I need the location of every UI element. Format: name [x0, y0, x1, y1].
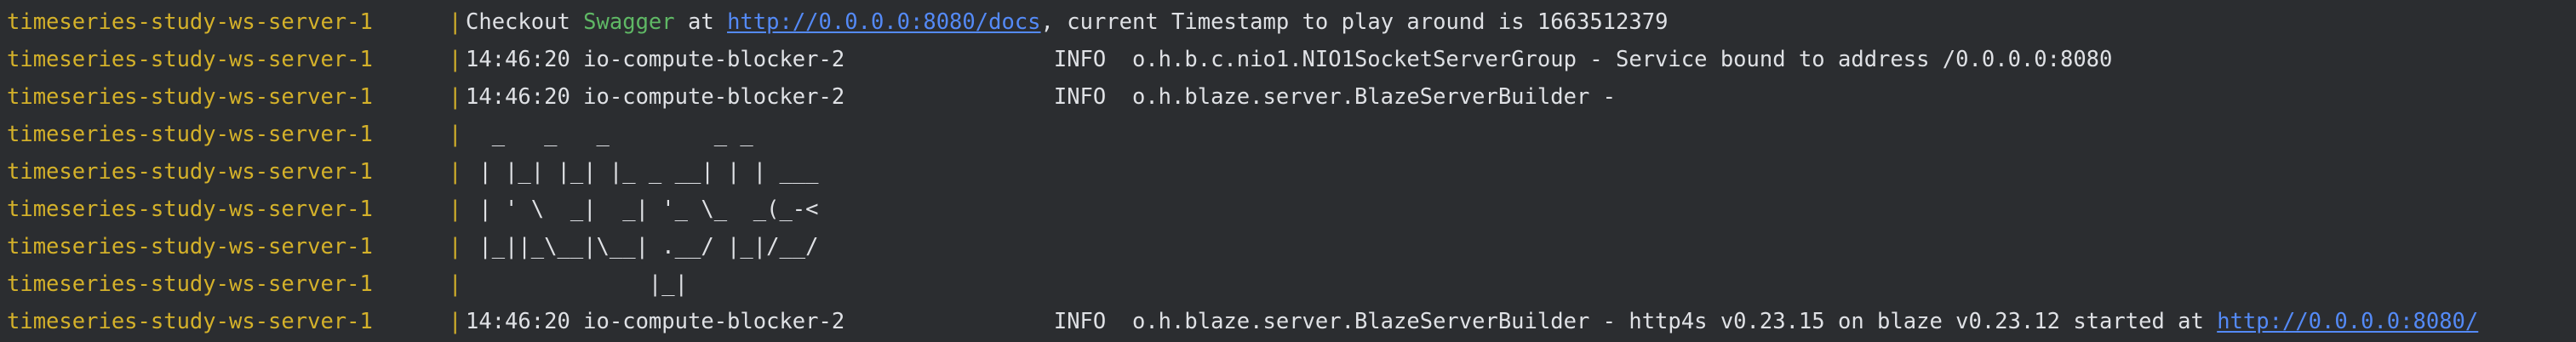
log-line: timeseries-study-ws-server-1 | Checkout Sw…	[0, 3, 2576, 41]
prefix-separator: |	[449, 234, 462, 259]
log-message: |_||_\__|\__| .__/ |_|/__/	[466, 228, 2576, 265]
docker-compose-log-console: timeseries-study-ws-server-1 | Checkout Sw…	[0, 0, 2576, 342]
log-line: timeseries-study-ws-server-1 | 14:46:20 io…	[0, 78, 2576, 116]
container-name-prefix: timeseries-study-ws-server-1	[7, 309, 373, 334]
container-name-prefix: timeseries-study-ws-server-1	[7, 159, 373, 185]
log-message: 14:46:20 io-compute-blocker-2 INFO o.h.b…	[466, 303, 2576, 340]
log-message: Checkout Swagger at http://0.0.0.0:8080/…	[466, 3, 2576, 41]
log-message: _ _ _ _ _	[466, 116, 2576, 153]
container-name-prefix: timeseries-study-ws-server-1	[7, 271, 373, 297]
log-line: timeseries-study-ws-server-1 | |_|	[0, 265, 2576, 303]
log-line: timeseries-study-ws-server-1 | | |_| |_| …	[0, 153, 2576, 191]
prefix-separator: |	[449, 9, 462, 35]
log-line: timeseries-study-ws-server-1 | 14:46:20 io…	[0, 303, 2576, 340]
log-text: 14:46:20 io-compute-blocker-2 INFO o.h.b…	[466, 309, 2218, 334]
log-message: 14:46:20 io-compute-blocker-2 INFO o.h.b…	[466, 41, 2576, 78]
log-text: | ' \ _| _| '_ \_ _(_-<	[466, 197, 819, 222]
container-name-prefix: timeseries-study-ws-server-1	[7, 84, 373, 110]
container-name-prefix: timeseries-study-ws-server-1	[7, 47, 373, 72]
prefix-separator: |	[449, 197, 462, 222]
url-link[interactable]: http://0.0.0.0:8080/docs	[727, 9, 1040, 35]
prefix-separator: |	[449, 47, 462, 72]
log-text: 14:46:20 io-compute-blocker-2 INFO o.h.b…	[466, 84, 1617, 110]
log-message: |_|	[466, 265, 2576, 303]
container-name-prefix: timeseries-study-ws-server-1	[7, 122, 373, 147]
prefix-separator: |	[449, 122, 462, 147]
prefix-separator: |	[449, 159, 462, 185]
log-line: timeseries-study-ws-server-1 | |_||_\__|\…	[0, 228, 2576, 265]
log-text: |_|	[466, 271, 688, 297]
log-message: | |_| |_| |_ _ __| | | ___	[466, 153, 2576, 191]
log-line: timeseries-study-ws-server-1 | | ' \ _| _…	[0, 191, 2576, 228]
log-message: | ' \ _| _| '_ \_ _(_-<	[466, 191, 2576, 228]
container-name-prefix: timeseries-study-ws-server-1	[7, 197, 373, 222]
log-text: at	[674, 9, 728, 35]
prefix-separator: |	[449, 309, 462, 334]
log-text: _ _ _ _ _	[466, 122, 753, 147]
url-link[interactable]: http://0.0.0.0:8080/	[2217, 309, 2478, 334]
log-text: 14:46:20 io-compute-blocker-2 INFO o.h.b…	[466, 47, 2113, 72]
log-text: Checkout	[466, 9, 584, 35]
log-line: timeseries-study-ws-server-1 | _ _ _ _ _	[0, 116, 2576, 153]
log-line: timeseries-study-ws-server-1 | 14:46:20 io…	[0, 41, 2576, 78]
log-text: , current Timestamp to play around is 16…	[1040, 9, 1669, 35]
log-message: 14:46:20 io-compute-blocker-2 INFO o.h.b…	[466, 78, 2576, 116]
log-text: |_||_\__|\__| .__/ |_|/__/	[466, 234, 819, 259]
swagger-highlight: Swagger	[583, 9, 675, 35]
log-text: | |_| |_| |_ _ __| | | ___	[466, 159, 819, 185]
container-name-prefix: timeseries-study-ws-server-1	[7, 234, 373, 259]
prefix-separator: |	[449, 84, 462, 110]
prefix-separator: |	[449, 271, 462, 297]
container-name-prefix: timeseries-study-ws-server-1	[7, 9, 373, 35]
